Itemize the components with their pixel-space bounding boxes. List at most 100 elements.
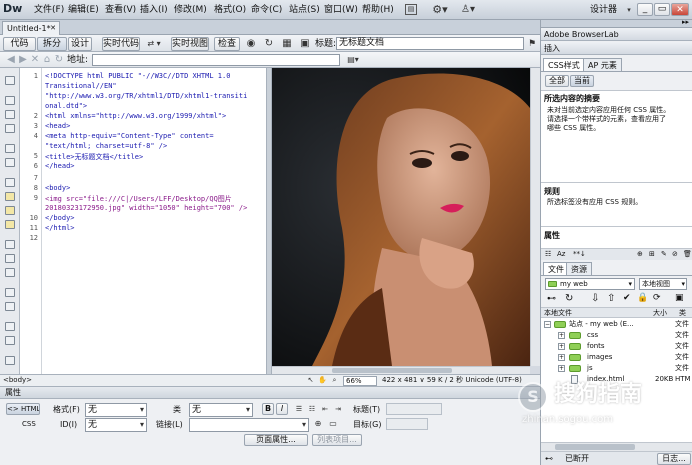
word-wrap-icon[interactable] <box>5 206 15 215</box>
files-horizontal-scrollbar[interactable] <box>541 442 692 451</box>
attach-style-icon[interactable]: ⊕ <box>637 250 643 258</box>
workspace-dropdown-icon[interactable]: ▾ <box>625 5 633 15</box>
outdent-code-icon[interactable] <box>5 336 15 345</box>
unordered-list-icon[interactable]: ☰ <box>294 404 304 414</box>
code-view-button[interactable]: 代码 <box>3 37 36 51</box>
refresh-icon[interactable]: ↻ <box>262 38 276 50</box>
live-view-button[interactable]: 实时视图 <box>171 37 209 51</box>
heading-input[interactable] <box>386 403 442 415</box>
zoom-select[interactable]: 66% <box>343 376 377 386</box>
expand-all-icon[interactable] <box>5 124 15 133</box>
class-select[interactable]: 无 <box>189 403 253 417</box>
gear-icon[interactable]: ⚙▾ <box>432 3 448 16</box>
browse-folder-icon[interactable]: ▭ <box>327 419 339 429</box>
col-local-files[interactable]: 本地文件 <box>544 308 572 318</box>
menu-site[interactable]: 站点(S) <box>289 4 320 16</box>
menu-window[interactable]: 窗口(W) <box>324 4 358 16</box>
connect-icon[interactable]: ⊷ <box>547 294 556 304</box>
menu-view[interactable]: 查看(V) <box>105 4 136 16</box>
design-horizontal-scrollbar[interactable] <box>272 366 530 374</box>
sync-icon[interactable]: ⟳ <box>653 293 661 303</box>
design-view-button[interactable]: 设计 <box>68 37 92 51</box>
expand-panel-icon[interactable]: ▣ <box>675 293 684 303</box>
tree-row-js[interactable]: + js 文件 <box>541 363 689 374</box>
tab-assets[interactable]: 资源 <box>566 262 592 275</box>
design-vertical-scrollbar[interactable] <box>530 68 540 366</box>
list-view-icon[interactable]: Az <box>557 250 565 258</box>
collapse-tag-icon[interactable] <box>5 96 15 105</box>
zoom-tool-icon[interactable]: ⌕ <box>330 376 339 385</box>
new-rule-icon[interactable]: ⊞ <box>649 250 655 258</box>
indent-code-icon[interactable] <box>5 322 15 331</box>
html-mode-button[interactable]: <> HTML <box>6 403 40 415</box>
address-input[interactable] <box>92 54 340 66</box>
menu-insert[interactable]: 插入(I) <box>140 4 168 16</box>
menu-file[interactable]: 文件(F) <box>34 4 64 16</box>
recent-snippets-icon[interactable] <box>5 288 15 297</box>
syntax-error-icon[interactable] <box>5 220 15 229</box>
bold-button[interactable]: B <box>262 403 274 415</box>
tree-row-images[interactable]: + images 文件 <box>541 352 689 363</box>
tab-css-styles[interactable]: CSS样式 <box>543 58 585 71</box>
highlight-invalid-icon[interactable] <box>5 192 15 201</box>
code-text-area[interactable]: <!DOCTYPE html PUBLIC "-//W3C//DTD XHTML… <box>42 68 266 374</box>
files-refresh-icon[interactable]: ↻ <box>565 293 573 304</box>
indent-icon[interactable]: ⇥ <box>333 404 343 414</box>
list-item-button[interactable]: 列表项目... <box>312 434 362 446</box>
split-view-button[interactable]: 拆分 <box>37 37 67 51</box>
log-button[interactable]: 日志... <box>657 453 691 465</box>
col-type[interactable]: 类 <box>679 308 686 318</box>
menu-edit[interactable]: 编辑(E) <box>68 4 99 16</box>
format-select[interactable]: 无 <box>85 403 147 417</box>
title-input[interactable]: 无标题文档 <box>336 37 524 50</box>
collapse-panels-icon[interactable]: ▸▸ <box>682 18 689 26</box>
insert-header[interactable]: 插入 <box>541 42 692 55</box>
menu-modify[interactable]: 修改(M) <box>174 4 207 16</box>
col-size[interactable]: 大小 <box>653 308 667 318</box>
format-source-icon[interactable] <box>5 356 15 365</box>
put-files-icon[interactable]: ⇧ <box>607 293 615 304</box>
code-pane[interactable]: 1 2 3 4 5 6 7 8 9 10 11 12 <!DOCTYPE htm… <box>20 68 266 374</box>
files-scroll-thumb[interactable] <box>555 444 635 450</box>
tree-row-fonts[interactable]: + fonts 文件 <box>541 341 689 352</box>
outdent-icon[interactable]: ⇤ <box>320 404 330 414</box>
workspace-switcher[interactable]: 设计器 <box>590 4 626 16</box>
select-tool-icon[interactable]: ↖ <box>306 376 315 385</box>
visual-aids-icon[interactable]: ▣ <box>298 38 312 50</box>
edit-rule-icon[interactable]: ✎ <box>661 250 667 258</box>
file-management-icon[interactable]: ▦ <box>280 38 294 50</box>
forward-icon[interactable]: ▶ <box>18 54 28 66</box>
close-button[interactable]: ✕ <box>671 3 689 16</box>
tree-row-css[interactable]: + css 文件 <box>541 330 689 341</box>
menu-command[interactable]: 命令(C) <box>251 4 282 16</box>
check-out-icon[interactable]: ✔ <box>623 293 631 303</box>
ordered-list-icon[interactable]: ☷ <box>307 404 317 414</box>
tag-selector[interactable]: <body> <box>3 375 32 386</box>
tree-row-site-root[interactable]: − 站点 - my web (E... 文件 <box>541 319 689 330</box>
live-code-button[interactable]: 实时代码 <box>102 37 140 51</box>
current-button[interactable]: 当前 <box>570 75 594 87</box>
inspect-button[interactable]: 检查 <box>214 37 240 51</box>
close-tab-icon[interactable]: ✕ <box>50 22 56 35</box>
select-parent-tag-icon[interactable] <box>5 144 15 153</box>
disable-rule-icon[interactable]: ⊘ <box>672 250 678 258</box>
css-mode-button[interactable]: CSS <box>8 418 38 430</box>
move-css-icon[interactable] <box>5 302 15 311</box>
page-properties-button[interactable]: 页面属性... <box>244 434 308 446</box>
design-pane[interactable] <box>272 68 530 366</box>
horizontal-scroll-thumb[interactable] <box>332 368 452 373</box>
tab-ap-elements[interactable]: AP 元素 <box>583 58 622 71</box>
collapse-icon[interactable]: − <box>544 321 551 328</box>
line-numbers-icon[interactable] <box>5 178 15 187</box>
user-icon[interactable]: ♙▾ <box>460 3 476 16</box>
portrait-photo[interactable] <box>272 68 530 366</box>
check-in-icon[interactable]: 🔒 <box>637 293 648 303</box>
home-icon[interactable]: ⌂ <box>42 54 52 66</box>
site-select[interactable]: my web ▾ <box>545 278 635 290</box>
expand-icon[interactable]: + <box>558 332 565 339</box>
maximize-button[interactable]: ▭ <box>654 3 670 16</box>
expand-icon[interactable]: + <box>558 343 565 350</box>
wrap-tag-icon[interactable] <box>5 268 15 277</box>
link-select[interactable] <box>189 418 309 432</box>
address-options-icon[interactable]: ▤▾ <box>345 54 361 66</box>
